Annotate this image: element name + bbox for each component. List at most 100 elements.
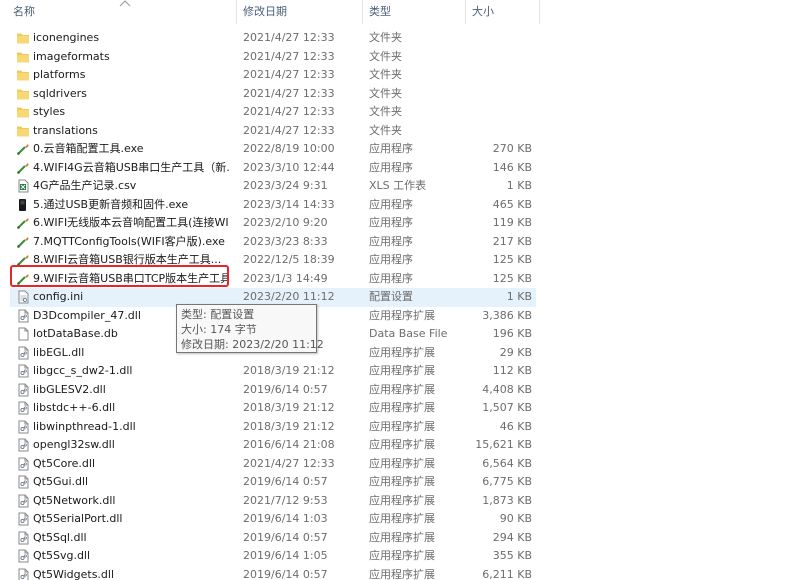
file-row[interactable]: Qt5Network.dll 2021/7/12 9:53 应用程序扩展 1,873 … — [0, 492, 800, 511]
file-date: 2021/4/27 12:33 — [243, 105, 335, 118]
file-type: 应用程序扩展 — [369, 438, 435, 451]
file-info-tooltip: 类型: 配置设置 大小: 174 字节 修改日期: 2023/2/20 11:1… — [176, 304, 324, 353]
dll-icon — [16, 309, 30, 323]
file-size: 29 KB — [499, 345, 532, 359]
file-row[interactable]: Qt5Svg.dll 2019/6/14 1:05 应用程序扩展 355 KB — [0, 547, 800, 566]
file-date: 2021/4/27 12:33 — [243, 31, 335, 44]
file-date: 2021/4/27 12:33 — [243, 68, 335, 81]
dll-icon — [16, 475, 30, 489]
file-date: 2021/4/27 12:33 — [243, 49, 335, 63]
file-row[interactable]: opengl32sw.dll 2016/6/14 21:08 应用程序扩展 15,62… — [0, 436, 800, 455]
file-row[interactable]: libEGL.dll 应用程序扩展 29 KB — [0, 344, 800, 363]
file-name: 4G产品生产记录.csv — [33, 179, 137, 192]
file-row[interactable]: imageformats 2021/4/27 12:33 文件夹 — [0, 48, 800, 67]
file-row[interactable]: translations 2021/4/27 12:33 文件夹 — [0, 122, 800, 141]
column-header-size[interactable]: 大小 — [466, 0, 540, 24]
dll-icon — [16, 346, 30, 360]
file-date: 2022/12/5 18:39 — [243, 253, 335, 266]
file-type: XLS 工作表 — [369, 179, 427, 192]
sort-ascending-icon — [119, 0, 131, 7]
file-row[interactable]: IotDataBase.db Data Base File 196 KB — [0, 325, 800, 344]
file-row[interactable]: 7.MQTTConfigTools(WIFI客户版).exe 2023/3/23 … — [0, 233, 800, 252]
file-name: libGLESV2.dll — [33, 382, 106, 396]
folder-icon — [16, 105, 30, 119]
file-size: 270 KB — [492, 142, 532, 155]
dll-icon — [16, 383, 30, 397]
file-date: 2021/4/27 12:33 — [243, 86, 335, 100]
file-row[interactable]: config.ini 2023/2/20 11:12 配置设置 1 KB — [0, 288, 800, 307]
file-row[interactable]: 4.WIFI4G云音箱USB串口生产工具（新... 2023/3/10 12:44… — [0, 159, 800, 178]
file-name: libwinpthread-1.dll — [33, 419, 136, 433]
file-type: 应用程序扩展 — [369, 456, 435, 470]
file-row[interactable]: Qt5Gui.dll 2019/6/14 0:57 应用程序扩展 6,775 KB — [0, 473, 800, 492]
file-type: 应用程序 — [369, 234, 413, 248]
file-size — [470, 85, 532, 104]
dll-icon — [16, 512, 30, 526]
app-icon — [16, 216, 30, 230]
file-type: 应用程序扩展 — [369, 475, 435, 488]
file-name: platforms — [33, 68, 86, 81]
file-type: 应用程序扩展 — [369, 345, 435, 359]
file-row[interactable]: platforms 2021/4/27 12:33 文件夹 — [0, 66, 800, 85]
file-type: 应用程序扩展 — [369, 530, 435, 544]
file-type: 应用程序 — [369, 253, 413, 266]
file-size: 1,507 KB — [482, 401, 532, 414]
file-row[interactable]: 6.WIFI无线版本云音响配置工具(连接WI... 2023/2/10 9:20 应… — [0, 214, 800, 233]
file-size: 6,564 KB — [482, 456, 532, 470]
file-size: 294 KB — [492, 530, 532, 544]
file-date: 2018/3/19 21:12 — [243, 419, 335, 433]
file-size: 90 KB — [499, 512, 532, 525]
column-header-type[interactable]: 类型 — [363, 0, 466, 24]
file-row[interactable]: libstdc++-6.dll 2018/3/19 21:12 应用程序扩展 1,50… — [0, 399, 800, 418]
file-size: 465 KB — [492, 197, 532, 211]
file-row[interactable]: D3Dcompiler_47.dll 应用程序扩展 3,386 KB — [0, 307, 800, 326]
file-size: 125 KB — [492, 253, 532, 266]
file-row[interactable]: Qt5Core.dll 2021/4/27 12:33 应用程序扩展 6,564 KB — [0, 455, 800, 474]
file-date: 2018/3/19 21:12 — [243, 364, 335, 377]
exe-icon — [16, 198, 30, 212]
file-name: 5.通过USB更新音频和固件.exe — [33, 197, 189, 211]
file-row[interactable]: libwinpthread-1.dll 2018/3/19 21:12 应用程序扩展… — [0, 418, 800, 437]
file-row[interactable]: Qt5SerialPort.dll 2019/6/14 1:03 应用程序扩展 90 … — [0, 510, 800, 529]
file-type: 应用程序扩展 — [369, 382, 435, 396]
file-row[interactable]: 5.通过USB更新音频和固件.exe 2023/3/14 14:33 应用程序 465… — [0, 196, 800, 215]
file-type: Data Base File — [369, 327, 448, 340]
file-date: 2023/3/23 8:33 — [243, 234, 328, 248]
file-row[interactable]: libgcc_s_dw2-1.dll 2018/3/19 21:12 应用程序扩展 1… — [0, 362, 800, 381]
file-row[interactable]: 0.云音箱配置工具.exe 2022/8/19 10:00 应用程序 270 KB — [0, 140, 800, 159]
file-name: Qt5Widgets.dll — [33, 567, 115, 580]
file-date: 2023/3/10 12:44 — [243, 160, 335, 174]
file-row[interactable]: 4G产品生产记录.csv 2023/3/24 9:31 XLS 工作表 1 KB — [0, 177, 800, 196]
file-size: 125 KB — [492, 271, 532, 285]
file-row[interactable]: Qt5Sql.dll 2019/6/14 0:57 应用程序扩展 294 KB — [0, 529, 800, 548]
file-date: 2019/6/14 0:57 — [243, 567, 328, 580]
file-name: imageformats — [33, 49, 110, 63]
file-row[interactable]: libGLESV2.dll 2019/6/14 0:57 应用程序扩展 4,408 K… — [0, 381, 800, 400]
dll-icon — [16, 494, 30, 508]
file-type: 应用程序扩展 — [369, 549, 435, 562]
file-name: iconengines — [33, 31, 100, 44]
file-size: 6,775 KB — [482, 475, 532, 488]
folder-icon — [16, 124, 30, 138]
file-name: 7.MQTTConfigTools(WIFI客户版).exe — [33, 234, 225, 248]
file-name: libgcc_s_dw2-1.dll — [33, 364, 133, 377]
file-name: opengl32sw.dll — [33, 438, 115, 451]
folder-icon — [16, 50, 30, 64]
file-row[interactable]: Qt5Widgets.dll 2019/6/14 0:57 应用程序扩展 6,211 … — [0, 566, 800, 580]
dll-icon — [16, 401, 30, 415]
file-row[interactable]: sqldrivers 2021/4/27 12:33 文件夹 — [0, 85, 800, 104]
tooltip-date-line: 修改日期: 2023/2/20 11:12 — [181, 338, 324, 351]
file-name: Qt5Svg.dll — [33, 549, 91, 562]
file-type: 文件夹 — [369, 86, 402, 100]
file-size: 119 KB — [492, 216, 532, 229]
file-type: 应用程序扩展 — [369, 364, 435, 377]
file-row[interactable]: styles 2021/4/27 12:33 文件夹 — [0, 103, 800, 122]
tooltip-size-line: 大小: 174 字节 — [181, 323, 257, 336]
file-name: libstdc++-6.dll — [33, 401, 116, 414]
column-header-date[interactable]: 修改日期 — [237, 0, 363, 24]
csv-icon — [16, 179, 30, 193]
file-date: 2019/6/14 0:57 — [243, 475, 328, 488]
file-name: translations — [33, 123, 98, 137]
file-row[interactable]: iconengines 2021/4/27 12:33 文件夹 — [0, 29, 800, 48]
file-size: 4,408 KB — [482, 382, 532, 396]
